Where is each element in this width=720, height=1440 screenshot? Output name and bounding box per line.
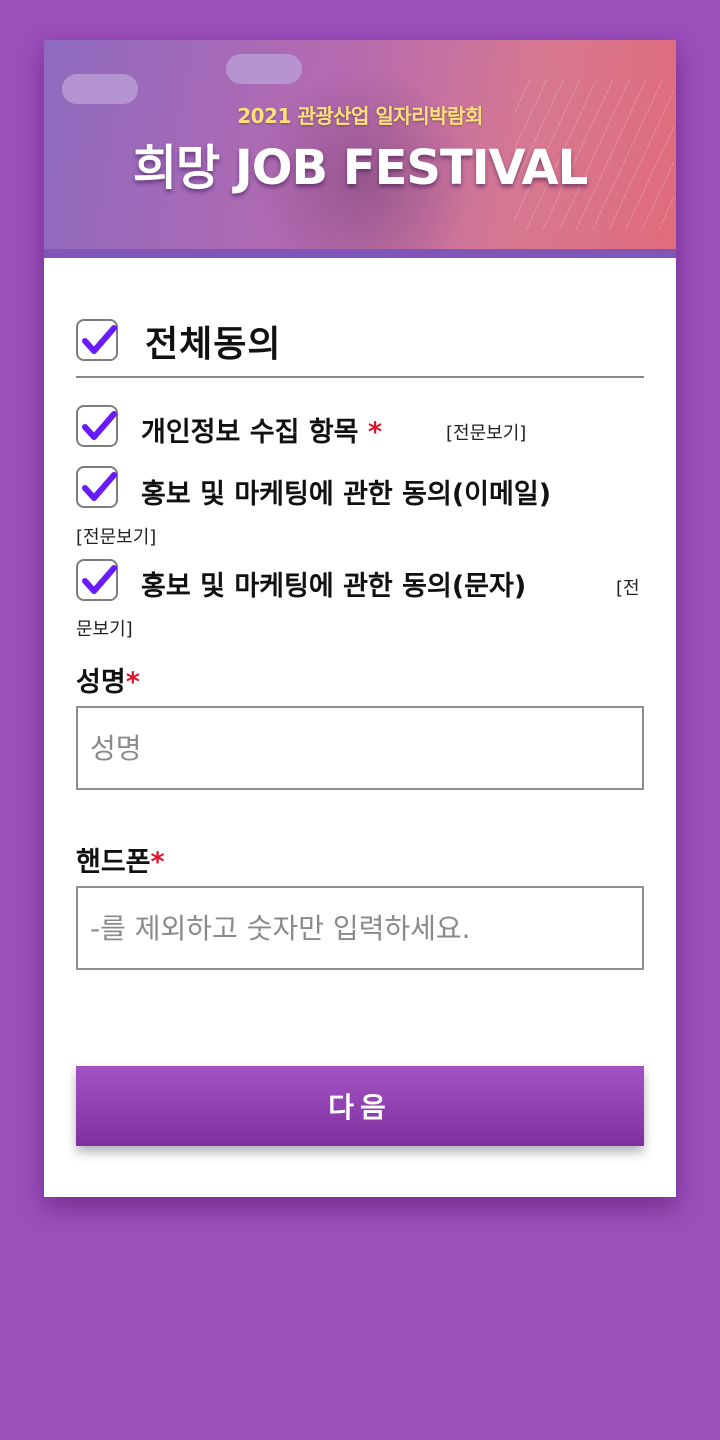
divider [76, 376, 644, 378]
marketing-sms-label: 홍보 및 마케팅에 관한 동의(문자) [141, 571, 527, 602]
marketing-email-label: 홍보 및 마케팅에 관한 동의(이메일) [141, 479, 552, 510]
phone-label-text: 핸드폰 [76, 847, 151, 878]
required-mark: * [125, 667, 140, 698]
banner-subtitle: 2021 관광산업 일자리박람회 [237, 104, 483, 128]
agree-all-checkbox[interactable] [76, 319, 118, 361]
agree-all-label: 전체동의 [145, 324, 282, 365]
marketing-sms-checkbox[interactable] [76, 559, 118, 601]
privacy-view-full-link[interactable]: [전문보기] [446, 419, 526, 445]
check-icon [82, 472, 117, 501]
marketing-sms-view-full-link-cont[interactable]: 문보기] [76, 615, 133, 641]
privacy-consent-text: 개인정보 수집 항목 [141, 417, 359, 448]
privacy-consent-label: 개인정보 수집 항목 * [141, 410, 382, 449]
next-button[interactable]: 다음 [76, 1066, 644, 1146]
check-icon [82, 325, 117, 354]
marketing-sms-view-full-link[interactable]: [전 [616, 574, 640, 600]
privacy-consent-checkbox[interactable] [76, 405, 118, 447]
name-label-text: 성명 [76, 667, 126, 698]
phone-field-label: 핸드폰* [76, 840, 165, 879]
check-icon [82, 565, 117, 594]
signup-card: 2021 관광산업 일자리박람회 희망 JOB FESTIVAL 전체동의 개인… [44, 40, 676, 1197]
marketing-email-checkbox[interactable] [76, 466, 118, 508]
banner-divider [44, 249, 676, 258]
phone-input[interactable] [76, 886, 644, 970]
banner-title: 희망 JOB FESTIVAL [132, 140, 588, 196]
name-field-label: 성명* [76, 660, 140, 699]
festival-banner: 2021 관광산업 일자리박람회 희망 JOB FESTIVAL [44, 40, 676, 258]
marketing-email-view-full-link[interactable]: [전문보기] [76, 523, 156, 549]
required-mark: * [367, 417, 383, 448]
name-input[interactable] [76, 706, 644, 790]
check-icon [82, 411, 117, 440]
required-mark: * [150, 847, 165, 878]
